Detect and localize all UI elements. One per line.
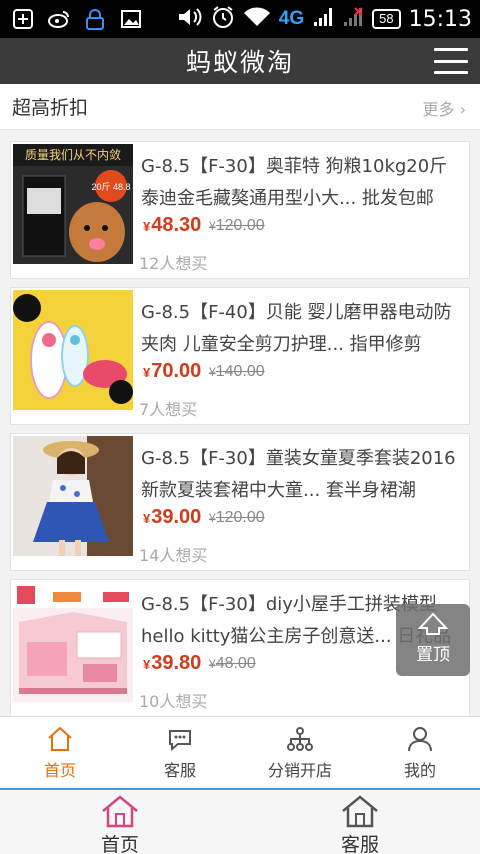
tab-label: 首页 (100, 834, 139, 854)
battery-indicator: 58 (372, 9, 401, 29)
product-price: ¥70.00 (143, 360, 201, 383)
currency-symbol: ¥ (143, 511, 151, 526)
want-count: 7人想买 (139, 400, 198, 419)
section-header: 超高折扣 更多 › (0, 84, 480, 130)
product-card[interactable]: 质量我们从不内敛 20斤 48.8 G-8.5【F-30】奥菲特 狗粮10kg2… (10, 141, 470, 279)
nav-item-service[interactable]: 客服 (120, 717, 240, 788)
product-card[interactable]: G-8.5【F-40】贝能 婴儿磨甲器电动防夹肉 儿童安全剪刀护理... 指甲修… (10, 287, 470, 425)
currency-symbol: ¥ (143, 219, 151, 234)
status-bar: 4G 58 15:13 (0, 0, 480, 38)
nav-label: 首页 (43, 761, 76, 780)
currency-symbol: ¥ (143, 657, 151, 672)
nav-item-mine[interactable]: 我的 (360, 717, 480, 788)
original-price: ¥140.00 (209, 363, 265, 381)
chevron-right-icon: › (459, 100, 466, 119)
nav-label: 我的 (403, 761, 436, 780)
title-bar: 蚂蚁微淘 (0, 38, 480, 84)
back-to-top-label: 置顶 (416, 645, 450, 665)
product-name: G-8.5【F-40】贝能 婴儿磨甲器电动防夹肉 儿童安全剪刀护理... 指甲修… (141, 302, 452, 355)
more-link[interactable]: 更多 › (422, 96, 466, 120)
lock-icon (84, 8, 106, 30)
tab-home[interactable]: 首页 (0, 790, 240, 854)
signal-icon (312, 6, 334, 32)
want-count: 12人想买 (139, 254, 208, 273)
tab-label: 客服 (340, 834, 379, 854)
service-home-icon (340, 794, 380, 828)
want-count: 14人想买 (139, 546, 208, 565)
user-icon (406, 725, 434, 753)
product-name: G-8.5【F-30】童装女童夏季套装2016新款夏装套裙中大童... 套半身裙… (141, 448, 456, 501)
page-title: 蚂蚁微淘 (185, 48, 294, 77)
price-value: 39.00 (151, 506, 202, 528)
original-price-value: 120.00 (215, 509, 265, 526)
currency-symbol: ¥ (209, 219, 216, 233)
more-label: 更多 (422, 100, 455, 119)
clock: 15:13 (408, 6, 472, 32)
nav-label: 分销开店 (267, 761, 332, 780)
menu-icon-bar (434, 59, 468, 63)
original-price-value: 140.00 (215, 363, 265, 380)
nav-item-distribution[interactable]: 分销开店 (240, 717, 360, 788)
product-image-girls-dress (13, 436, 133, 556)
product-image-nail-trimmer (13, 290, 133, 410)
original-price-value: 48.00 (215, 655, 256, 672)
back-to-top-button[interactable]: 置顶 (396, 604, 470, 676)
want-count: 10人想买 (139, 692, 208, 711)
wifi-icon (243, 6, 271, 32)
web-bottom-nav: 首页 客服 分销开店 我的 (0, 716, 480, 788)
product-image-dog-food: 质量我们从不内敛 20斤 48.8 (13, 144, 133, 264)
product-price: ¥48.30 (143, 214, 201, 237)
tab-service[interactable]: 客服 (240, 790, 480, 854)
add-icon (12, 8, 34, 30)
original-price: ¥120.00 (209, 509, 265, 527)
home-icon (46, 725, 74, 753)
currency-symbol: ¥ (209, 511, 216, 525)
menu-icon (434, 48, 468, 51)
thumb-badge: 20斤 48.8 (91, 182, 130, 192)
currency-symbol: ¥ (143, 365, 151, 380)
network-type: 4G (278, 8, 305, 29)
product-name: G-8.5【F-30】奥菲特 狗粮10kg20斤泰迪金毛藏獒通用型小大... 批… (141, 156, 448, 209)
menu-button[interactable] (434, 46, 468, 76)
signal-off-icon (342, 6, 364, 32)
chat-icon (166, 725, 194, 753)
price-value: 48.30 (151, 214, 202, 236)
weibo-icon (48, 8, 70, 30)
network-icon (286, 725, 314, 753)
original-price: ¥120.00 (209, 217, 265, 235)
arrow-up-icon (417, 612, 449, 640)
original-price-value: 120.00 (215, 217, 265, 234)
product-price: ¥39.80 (143, 652, 201, 675)
original-price: ¥48.00 (209, 655, 256, 673)
currency-symbol: ¥ (209, 657, 216, 671)
volume-icon (177, 6, 203, 32)
alarm-icon (211, 5, 235, 33)
nav-label: 客服 (163, 761, 196, 780)
price-value: 70.00 (151, 360, 202, 382)
currency-symbol: ¥ (209, 365, 216, 379)
price-value: 39.80 (151, 652, 202, 674)
menu-icon-bar (434, 71, 468, 74)
section-title: 超高折扣 (12, 97, 89, 119)
image-icon (120, 8, 142, 30)
product-image-dollhouse (13, 582, 133, 702)
nav-item-home[interactable]: 首页 (0, 717, 120, 788)
app-tab-bar: 首页 客服 (0, 788, 480, 854)
home-icon (100, 794, 140, 828)
product-price: ¥39.00 (143, 506, 201, 529)
thumb-text: 质量我们从不内敛 (25, 147, 121, 162)
product-card[interactable]: G-8.5【F-30】童装女童夏季套装2016新款夏装套裙中大童... 套半身裙… (10, 433, 470, 571)
